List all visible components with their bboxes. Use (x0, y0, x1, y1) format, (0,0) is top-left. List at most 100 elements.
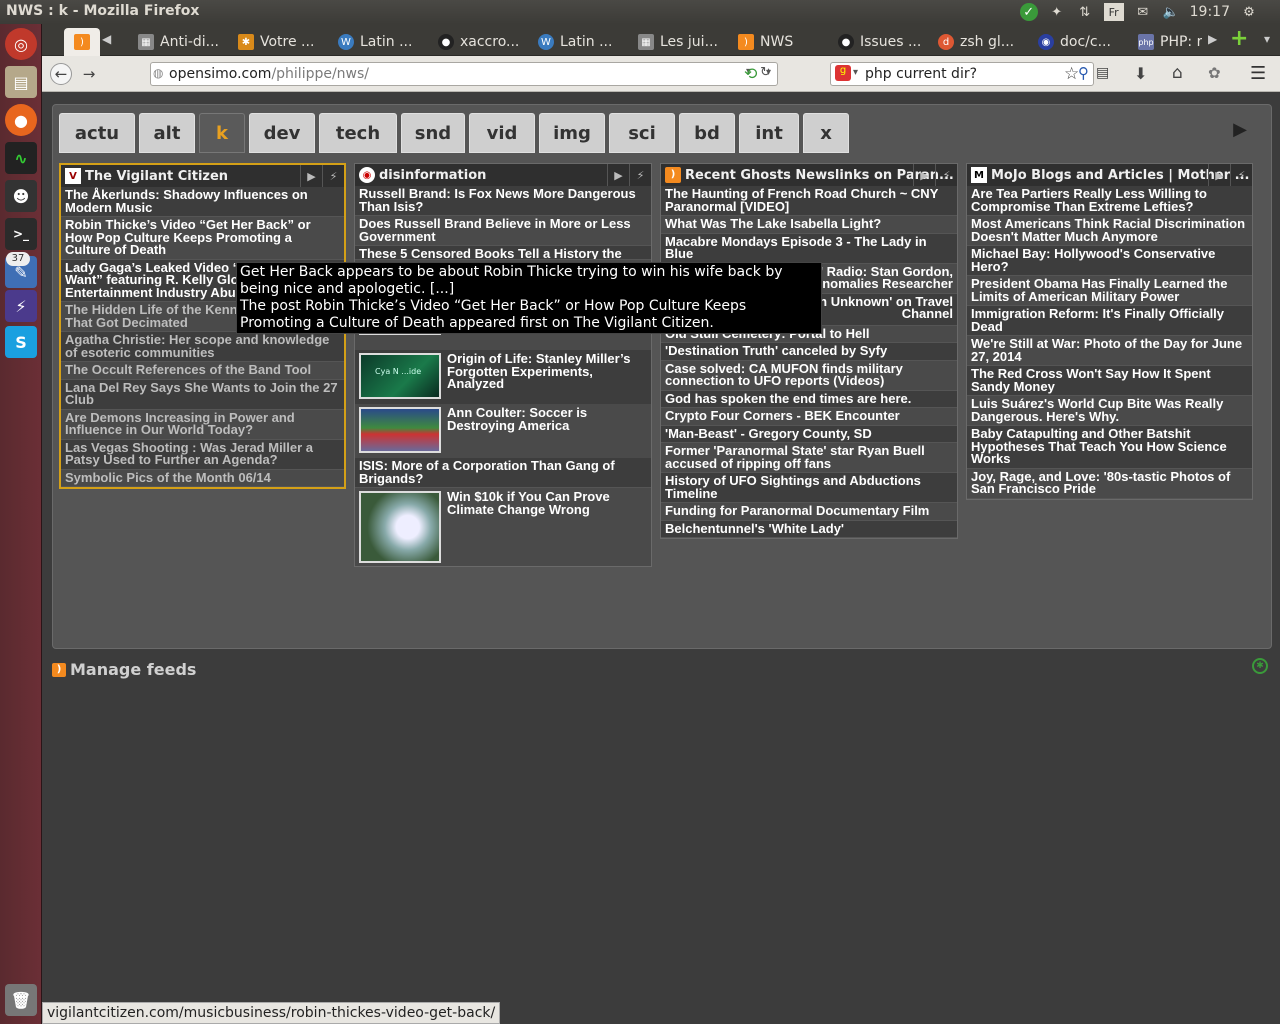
expand-feed-icon[interactable]: ▶ (1208, 164, 1230, 186)
menu-icon[interactable]: ☰ (1250, 63, 1266, 84)
tab[interactable]: W Latin ... (538, 28, 626, 56)
privacy-icon[interactable]: ☻ (5, 180, 37, 212)
feed-item[interactable]: President Obama Has Finally Learned the … (967, 276, 1252, 306)
feed-title[interactable]: disinformation (379, 168, 486, 183)
network-icon[interactable]: ⇅ (1076, 3, 1094, 21)
volume-icon[interactable]: 🔈 (1162, 3, 1180, 21)
feed-item[interactable]: God has spoken the end times are here. (661, 390, 957, 408)
expand-feed-icon[interactable]: ▶ (913, 164, 935, 186)
feed-item[interactable]: Las Vegas Shooting : Was Jerad Miller a … (61, 439, 344, 470)
feed-item[interactable]: Baby Catapulting and Other Batshit Hypot… (967, 426, 1252, 469)
feed-title[interactable]: The Vigilant Citizen (85, 169, 228, 184)
feed-tab[interactable]: img (539, 113, 605, 153)
feed-item[interactable]: Immigration Reform: It's Finally Officia… (967, 306, 1252, 336)
manage-feeds-link[interactable]: ) Manage feeds (52, 660, 196, 679)
search-engine-dropdown-icon[interactable]: ▾ (853, 67, 858, 78)
power-gear-icon[interactable]: ⚙ (1240, 3, 1258, 21)
feed-tab[interactable]: vid (469, 113, 535, 153)
feed-item[interactable]: Does Russell Brand Believe in More or Le… (355, 216, 651, 246)
sync-dropdown-icon[interactable]: ▾ (766, 67, 771, 78)
tab[interactable]: ▦ Les jui... (638, 28, 726, 56)
feed-item-with-image[interactable]: Win $10k if You Can Prove Climate Change… (355, 488, 651, 566)
eclipse-icon[interactable]: ⚡ (5, 290, 37, 322)
firefox-icon[interactable]: ● (5, 104, 37, 136)
refresh-feed-icon[interactable]: ⚡ (629, 164, 651, 186)
feed-item[interactable]: Michael Bay: Hollywood's Conservative He… (967, 246, 1252, 276)
tab[interactable]: ✱ Votre ... (238, 28, 326, 56)
feed-item[interactable]: We're Still at War: Photo of the Day for… (967, 336, 1252, 366)
feed-item[interactable]: Joy, Rage, and Love: '80s-tastic Photos … (967, 468, 1252, 499)
tab[interactable]: ) NWS (738, 28, 826, 56)
feed-item[interactable]: ISIS: More of a Corporation Than Gang of… (355, 458, 651, 488)
refresh-feed-icon[interactable]: ⚡ (322, 165, 344, 187)
tab[interactable]: php PHP: r (1138, 28, 1202, 56)
feed-tab[interactable]: int (739, 113, 799, 153)
bookmark-star-icon[interactable]: ☆ (1064, 64, 1079, 84)
refresh-feed-icon[interactable]: ⚡ (1230, 164, 1252, 186)
feed-item-with-image[interactable]: Ann Coulter: Soccer is Destroying Americ… (355, 404, 651, 458)
url-bar[interactable]: ◍ opensimo.com/philippe/nws/ ▾ ↻ (150, 62, 778, 86)
skype-icon[interactable]: S (5, 326, 37, 358)
feed-item[interactable]: The Occult References of the Band Tool (61, 362, 344, 380)
expand-feed-icon[interactable]: ▶ (300, 165, 322, 187)
files-icon[interactable]: ▤ (5, 66, 37, 98)
feed-item[interactable]: History of UFO Sightings and Abductions … (661, 473, 957, 503)
next-tabs-icon[interactable]: ▶ (1233, 119, 1247, 140)
tab[interactable]: W Latin ... (338, 28, 426, 56)
addon-icon[interactable]: ✿ (1208, 64, 1221, 82)
tab-active-nws[interactable]: ) (64, 28, 100, 56)
feed-tab[interactable]: snd (401, 113, 465, 153)
feed-item[interactable]: 'Man-Beast' - Gregory County, SD (661, 425, 957, 443)
feed-tab[interactable]: sci (609, 113, 675, 153)
keyboard-layout[interactable]: Fr (1103, 3, 1124, 21)
tab[interactable]: ● xaccro... (438, 28, 526, 56)
trash-icon[interactable]: 🗑 (5, 984, 37, 1016)
tab-scroll-left-icon[interactable]: ◀ (102, 32, 111, 46)
search-bar[interactable]: g ▾ php current dir? ⚲ (830, 62, 1094, 86)
feed-item[interactable]: Case solved: CA MUFON finds military con… (661, 360, 957, 391)
feed-item[interactable]: The Haunting of French Road Church ~ CNY… (661, 186, 957, 216)
feed-item[interactable]: Macabre Mondays Episode 3 - The Lady in … (661, 233, 957, 264)
system-monitor-icon[interactable]: ∿ (5, 142, 37, 174)
tab[interactable]: d zsh gl... (938, 28, 1026, 56)
feed-item[interactable]: Most Americans Think Racial Discriminati… (967, 216, 1252, 246)
feed-item[interactable]: Symbolic Pics of the Month 06/14 (61, 469, 344, 487)
terminal-icon[interactable]: >_ (5, 218, 37, 250)
tab[interactable]: ▦ Anti-di... (138, 28, 226, 56)
refresh-feed-icon[interactable]: ⚡ (935, 164, 957, 186)
feed-item[interactable]: Former 'Paranormal State' star Ryan Buel… (661, 443, 957, 473)
feed-item[interactable]: Crypto Four Corners - BEK Encounter (661, 408, 957, 426)
feed-item[interactable]: Lana Del Rey Says She Wants to Join the … (61, 379, 344, 410)
search-icon[interactable]: ⚲ (1078, 64, 1089, 82)
feed-tab[interactable]: alt (139, 113, 195, 153)
feed-item[interactable]: The Red Cross Won't Say How It Spent San… (967, 366, 1252, 396)
feed-item[interactable]: What Was The Lake Isabella Light? (661, 216, 957, 234)
feed-item[interactable]: Are Tea Partiers Really Less Willing to … (967, 186, 1252, 216)
feed-item[interactable]: Are Demons Increasing in Power and Influ… (61, 409, 344, 440)
feed-item[interactable]: Robin Thicke’s Video “Get Her Back” or H… (61, 217, 344, 260)
feed-tab[interactable]: actu (59, 113, 135, 153)
search-engine-icon[interactable]: g (835, 65, 851, 81)
feed-item[interactable]: Luis Suárez's World Cup Bite Was Really … (967, 396, 1252, 426)
feed-item-with-image[interactable]: Cya N ...ide Origin of Life: Stanley Mil… (355, 350, 651, 404)
feed-item[interactable]: These 5 Censored Books Tell a History th… (355, 246, 651, 260)
dash-icon[interactable]: ◎ (5, 28, 37, 60)
tab-scroll-right-icon[interactable]: ▶ (1208, 32, 1217, 46)
mail-icon[interactable]: ✉ (1134, 3, 1152, 21)
feed-tab[interactable]: x (803, 113, 849, 153)
clock[interactable]: 19:17 (1190, 4, 1230, 20)
feed-tab-selected[interactable]: k (199, 113, 245, 153)
feed-item[interactable]: 'Destination Truth' canceled by Syfy (661, 343, 957, 361)
feed-tab[interactable]: tech (319, 113, 397, 153)
feed-item[interactable]: Russell Brand: Is Fox News More Dangerou… (355, 186, 651, 216)
home-icon[interactable]: ⌂ (1172, 63, 1183, 83)
expand-feed-icon[interactable]: ▶ (607, 164, 629, 186)
tab-list-icon[interactable]: ▾ (1264, 32, 1270, 46)
tab[interactable]: ◉ doc/c... (1038, 28, 1126, 56)
feed-tab[interactable]: dev (249, 113, 315, 153)
feed-item[interactable]: Agatha Christie: Her scope and knowledge… (61, 332, 344, 362)
tab[interactable]: ● Issues ... (838, 28, 926, 56)
bookmarks-menu-icon[interactable]: ▤ (1096, 65, 1109, 81)
forward-button[interactable]: → (78, 63, 100, 85)
back-button[interactable]: ← (50, 63, 72, 85)
